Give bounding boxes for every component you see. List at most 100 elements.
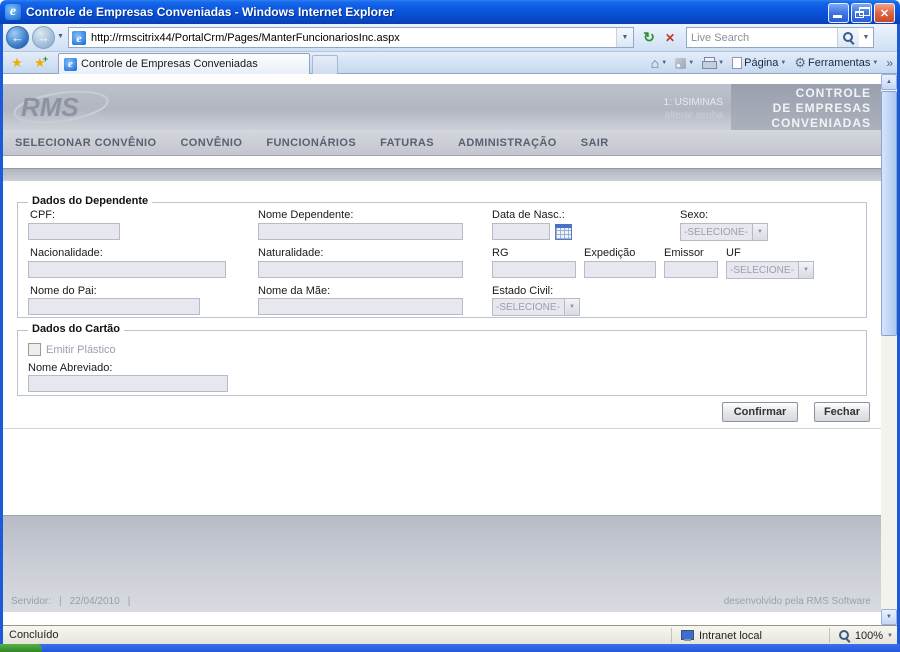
tab-controle-empresas[interactable]: e Controle de Empresas Conveniadas	[58, 53, 310, 74]
menu-item-administracao[interactable]: ADMINISTRAÇÃO	[458, 137, 557, 149]
page-icon: e	[72, 30, 86, 45]
print-icon	[702, 57, 718, 69]
tabs-bar: e Controle de Empresas Conveniadas Págin…	[0, 52, 900, 74]
home-icon	[651, 55, 659, 71]
page-dropdown-icon	[780, 60, 786, 66]
scroll-up-button[interactable]	[881, 74, 897, 90]
search-input[interactable]	[687, 30, 837, 45]
close-button[interactable]	[874, 3, 895, 23]
nacionalidade-input[interactable]	[28, 261, 226, 278]
user-label: 1: USIMINAS	[663, 97, 723, 108]
estado-civil-label: Estado Civil:	[492, 285, 554, 297]
home-button[interactable]	[648, 54, 670, 72]
rg-input[interactable]	[492, 261, 576, 278]
ie-window: e Controle de Empresas Conveniadas - Win…	[0, 0, 900, 652]
feeds-dropdown-icon	[688, 60, 694, 66]
estado-civil-select[interactable]: -SELECIONE-	[492, 298, 580, 316]
search-dropdown[interactable]	[859, 28, 873, 47]
menu-item-convenio[interactable]: CONVÊNIO	[180, 137, 242, 149]
zoom-control[interactable]: 100%	[828, 628, 893, 643]
gear-icon	[794, 55, 806, 71]
feeds-icon	[675, 57, 687, 69]
back-button[interactable]	[6, 26, 29, 49]
sexo-label: Sexo:	[680, 209, 709, 221]
estado-civil-select-arrow-icon	[564, 299, 579, 315]
security-zone: Intranet local	[671, 628, 762, 643]
search-icon	[842, 31, 855, 44]
search-button[interactable]	[837, 28, 859, 47]
forward-button[interactable]	[32, 26, 55, 49]
nome-dependente-input[interactable]	[258, 223, 463, 240]
address-input[interactable]	[89, 30, 616, 45]
stop-button[interactable]	[660, 27, 680, 48]
tools-menu-button[interactable]: Ferramentas	[791, 54, 881, 72]
menu-item-funcionarios[interactable]: FUNCIONÁRIOS	[266, 137, 356, 149]
naturalidade-input[interactable]	[258, 261, 463, 278]
search-box	[686, 27, 874, 48]
address-dropdown[interactable]	[616, 28, 633, 47]
minimize-icon	[833, 15, 842, 18]
separator-band	[3, 168, 881, 181]
page-content: RMS 1: USIMINAS alterar senha CONTROLE D…	[3, 74, 881, 625]
rms-logo-text: RMS	[21, 92, 79, 122]
scroll-thumb[interactable]	[881, 91, 897, 336]
sexo-select-arrow-icon	[752, 224, 767, 240]
footer-server-info: Servidor: | 22/04/2010 |	[11, 596, 130, 607]
add-favorite-button[interactable]	[30, 54, 52, 72]
emissor-label: Emissor	[664, 247, 704, 259]
app-title: CONTROLE DE EMPRESAS CONVENIADAS	[731, 84, 881, 130]
change-password-link[interactable]: alterar senha	[664, 109, 723, 122]
data-nasc-label: Data de Nasc.:	[492, 209, 565, 221]
nome-abreviado-label: Nome Abreviado:	[28, 362, 113, 374]
vertical-scrollbar[interactable]	[881, 74, 897, 625]
scroll-down-button[interactable]	[881, 609, 897, 625]
history-dropdown[interactable]	[57, 33, 64, 40]
uf-select[interactable]: -SELECIONE-	[726, 261, 814, 279]
feeds-button[interactable]	[672, 54, 697, 72]
calendar-icon[interactable]	[555, 224, 572, 240]
overflow-chevron[interactable]	[883, 54, 896, 72]
emitir-plastico-checkbox[interactable]	[28, 343, 41, 356]
nome-mae-input[interactable]	[258, 298, 463, 315]
print-button[interactable]	[699, 54, 727, 72]
zoom-level: 100%	[854, 629, 884, 642]
uf-select-value: -SELECIONE-	[730, 264, 794, 276]
window-titlebar[interactable]: e Controle de Empresas Conveniadas - Win…	[0, 0, 900, 24]
menu-item-selecionar-convenio[interactable]: SELECIONAR CONVÊNIO	[15, 137, 156, 149]
minimize-button[interactable]	[828, 3, 849, 23]
window-controls	[828, 3, 895, 23]
restore-icon	[855, 7, 870, 18]
favorites-button[interactable]	[6, 54, 28, 72]
expedicao-input[interactable]	[584, 261, 656, 278]
rms-logo: RMS	[13, 90, 109, 124]
sexo-select[interactable]: -SELECIONE-	[680, 223, 768, 241]
page-menu-label: Página	[744, 57, 779, 69]
emitir-plastico-label: Emitir Plástico	[46, 344, 116, 356]
confirmar-button[interactable]: Confirmar	[722, 402, 798, 422]
data-nasc-input[interactable]	[492, 223, 550, 240]
tab-title: Controle de Empresas Conveniadas	[81, 58, 258, 70]
refresh-button[interactable]	[639, 27, 659, 48]
menu-item-sair[interactable]: SAIR	[581, 137, 609, 149]
nome-abreviado-input[interactable]	[28, 375, 228, 392]
zone-label: Intranet local	[699, 629, 762, 642]
tools-dropdown-icon	[872, 60, 878, 66]
zoom-dropdown-icon	[887, 633, 893, 639]
emissor-input[interactable]	[664, 261, 718, 278]
nome-pai-input[interactable]	[28, 298, 200, 315]
tools-menu-label: Ferramentas	[808, 57, 871, 69]
user-info: 1: USIMINAS alterar senha	[664, 96, 723, 122]
cpf-input[interactable]	[28, 223, 120, 240]
main-menu: SELECIONAR CONVÊNIO CONVÊNIO FUNCIONÁRIO…	[3, 130, 881, 156]
uf-select-arrow-icon	[798, 262, 813, 278]
app-title-line2: DE EMPRESAS	[772, 101, 871, 115]
page-menu-button[interactable]: Página	[729, 54, 789, 72]
new-tab-stub[interactable]	[312, 55, 338, 74]
restore-button[interactable]	[851, 3, 872, 23]
command-bar: Página Ferramentas	[648, 53, 896, 73]
site-footer: Servidor: | 22/04/2010 | desenvolvido pe…	[3, 515, 881, 612]
menu-item-faturas[interactable]: FATURAS	[380, 137, 434, 149]
footer-credit: desenvolvido pela RMS Software	[723, 596, 871, 607]
start-button[interactable]	[0, 644, 42, 652]
fechar-button[interactable]: Fechar	[814, 402, 870, 422]
